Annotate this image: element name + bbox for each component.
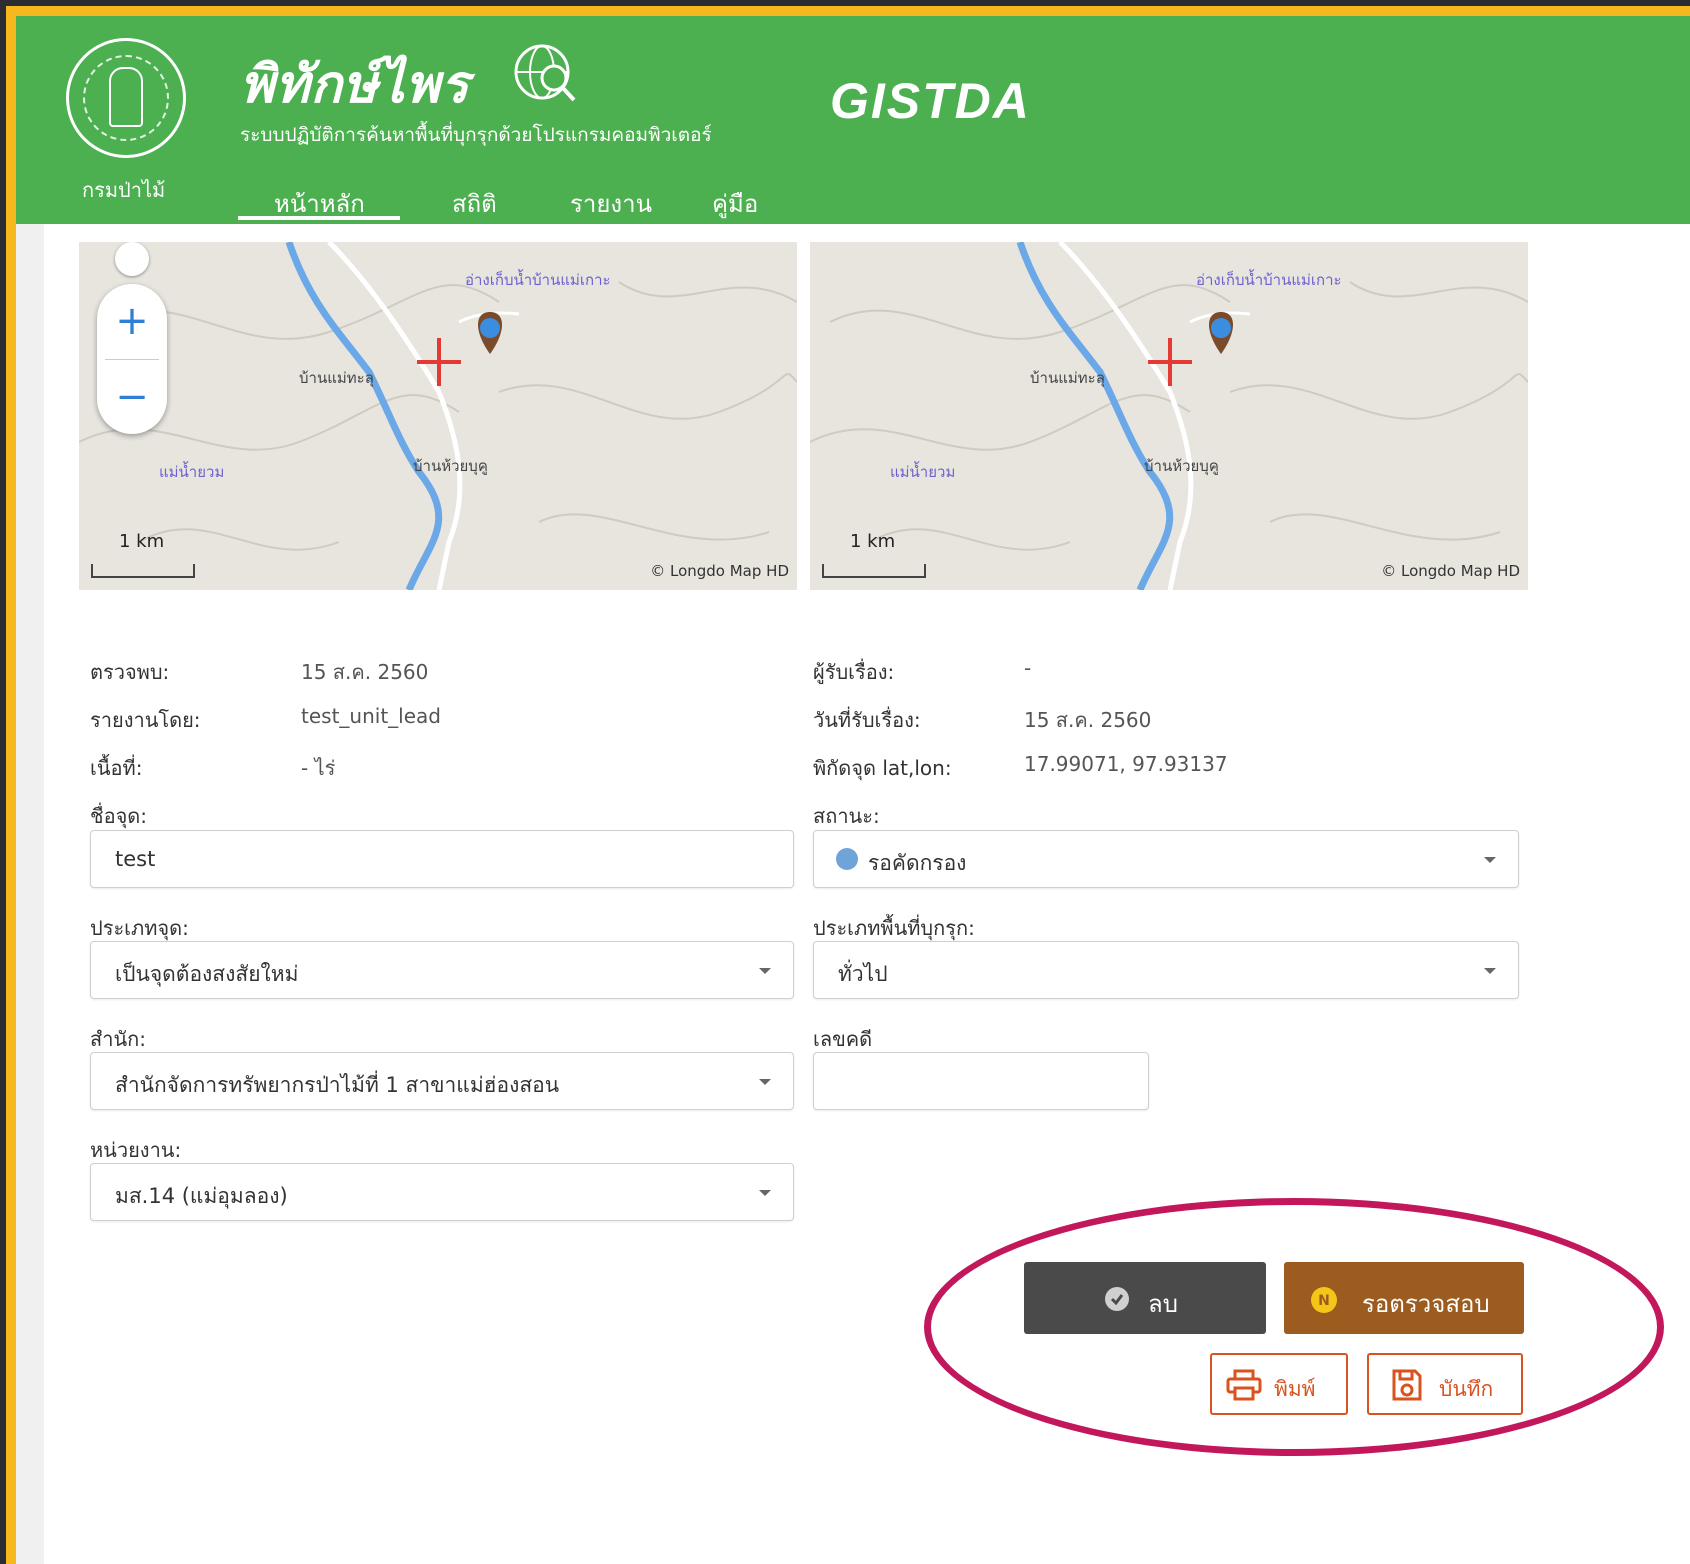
area-value: - ไร่ <box>301 756 336 780</box>
area-label: เนื้อที่: <box>90 756 143 780</box>
encroach-type-value: ทั่วไป <box>838 962 888 986</box>
map-label: แม่น้ำยวม <box>159 463 225 481</box>
point-name-value: test <box>115 847 156 871</box>
nav-active-indicator <box>238 216 400 220</box>
receiver-label: ผู้รับเรื่อง: <box>813 660 895 684</box>
department-label: กรมป่าไม้ <box>82 178 166 202</box>
coordinates-label: พิกัดจุด lat,lon: <box>813 756 952 780</box>
detected-value: 15 ส.ค. 2560 <box>301 660 429 684</box>
app-title: พิทักษ์ไพร <box>240 54 470 115</box>
svg-text:N: N <box>1318 1293 1330 1309</box>
accessibility-person-icon[interactable] <box>115 242 149 276</box>
globe-search-icon <box>514 44 576 102</box>
pending-review-button-label: รอตรวจสอบ <box>1362 1290 1490 1318</box>
new-badge-icon: N <box>1311 1287 1337 1313</box>
floppy-disk-icon <box>1392 1369 1422 1401</box>
forest-department-logo <box>66 38 186 158</box>
case-number-label: เลขคดี <box>813 1027 873 1051</box>
nav-reports[interactable]: รายงาน <box>570 184 652 223</box>
map-scale-bar <box>91 564 195 578</box>
received-date-label: วันที่รับเรื่อง: <box>813 708 921 732</box>
map-left[interactable]: + − อ่างเก็บน้ำบ้านแม่เกาะ บ้านแม่ทะลุ แ… <box>79 242 797 590</box>
zoom-control: + − <box>97 284 167 434</box>
app-window: กรมป่าไม้ พิทักษ์ไพร ระบบปฏิบัติการค้นหา… <box>16 16 1690 1564</box>
reporter-value: test_unit_lead <box>301 704 441 728</box>
case-number-input[interactable] <box>813 1052 1149 1110</box>
receiver-value: - <box>1024 656 1032 680</box>
nav-statistics[interactable]: สถิติ <box>452 184 497 223</box>
chevron-down-icon <box>759 1079 771 1085</box>
point-type-value: เป็นจุดต้องสงสัยใหม่ <box>115 962 299 986</box>
chevron-down-icon <box>1484 857 1496 863</box>
map-label: บ้านห้วยบุคู <box>1144 457 1219 475</box>
header-bar: กรมป่าไม้ พิทักษ์ไพร ระบบปฏิบัติการค้นหา… <box>16 16 1690 224</box>
chevron-down-icon <box>1484 968 1496 974</box>
map-copyright: © Longdo Map HD <box>1381 562 1520 580</box>
unit-select[interactable]: มส.14 (แม่อุมลอง) <box>90 1163 794 1221</box>
chevron-down-icon <box>759 1190 771 1196</box>
content-panel: + − อ่างเก็บน้ำบ้านแม่เกาะ บ้านแม่ทะลุ แ… <box>44 224 1690 1564</box>
detected-label: ตรวจพบ: <box>90 660 170 684</box>
status-label: สถานะ: <box>813 804 880 828</box>
map-label: บ้านห้วยบุคู <box>413 457 488 475</box>
map-scale-label: 1 km <box>119 531 165 552</box>
point-type-label: ประเภทจุด: <box>90 916 189 940</box>
map-right[interactable]: อ่างเก็บน้ำบ้านแม่เกาะ บ้านแม่ทะลุ แม่น้… <box>810 242 1528 590</box>
map-terrain <box>810 242 1528 590</box>
map-scale-label: 1 km <box>850 531 896 552</box>
map-label: แม่น้ำยวม <box>890 463 956 481</box>
reporter-label: รายงานโดย: <box>90 708 201 732</box>
print-button-label: พิมพ์ <box>1274 1377 1316 1401</box>
encroach-type-label: ประเภทพื้นที่บุกรุก: <box>813 916 975 940</box>
app-subtitle: ระบบปฏิบัติการค้นหาพื้นที่บุกรุกด้วยโปรแ… <box>240 124 712 146</box>
office-label: สำนัก: <box>90 1027 146 1051</box>
map-label: บ้านแม่ทะลุ <box>1030 369 1105 387</box>
zoom-out-button[interactable]: − <box>97 360 167 434</box>
save-button[interactable]: บันทึก <box>1367 1353 1523 1415</box>
pending-review-button[interactable]: N รอตรวจสอบ <box>1284 1262 1524 1334</box>
map-terrain <box>79 242 797 590</box>
map-label: อ่างเก็บน้ำบ้านแม่เกาะ <box>465 271 611 289</box>
unit-label: หน่วยงาน: <box>90 1138 182 1162</box>
coordinates-value: 17.99071, 97.93137 <box>1024 752 1228 776</box>
zoom-in-button[interactable]: + <box>97 284 167 358</box>
printer-icon <box>1226 1369 1262 1401</box>
point-type-select[interactable]: เป็นจุดต้องสงสัยใหม่ <box>90 941 794 999</box>
delete-button[interactable]: ลบ <box>1024 1262 1266 1334</box>
map-label: อ่างเก็บน้ำบ้านแม่เกาะ <box>1196 271 1342 289</box>
point-name-input[interactable]: test <box>90 830 794 888</box>
office-select[interactable]: สำนักจัดการทรัพยากรป่าไม้ที่ 1 สาขาแม่ฮ่… <box>90 1052 794 1110</box>
print-button[interactable]: พิมพ์ <box>1210 1353 1348 1415</box>
chevron-down-icon <box>759 968 771 974</box>
delete-button-label: ลบ <box>1148 1290 1178 1318</box>
map-scale-bar <box>822 564 926 578</box>
map-label: บ้านแม่ทะลุ <box>299 369 374 387</box>
unit-value: มส.14 (แม่อุมลอง) <box>115 1184 288 1208</box>
nav-manual[interactable]: คู่มือ <box>712 184 758 223</box>
encroach-type-select[interactable]: ทั่วไป <box>813 941 1519 999</box>
point-name-label: ชื่อจุด: <box>90 804 148 828</box>
pending-status-icon <box>836 848 858 870</box>
received-date-value: 15 ส.ค. 2560 <box>1024 708 1152 732</box>
status-select[interactable]: รอคัดกรอง <box>813 830 1519 888</box>
map-copyright: © Longdo Map HD <box>650 562 789 580</box>
gistda-logo: GISTDA <box>830 73 1031 129</box>
status-value: รอคัดกรอง <box>868 851 967 875</box>
save-button-label: บันทึก <box>1439 1377 1494 1401</box>
office-value: สำนักจัดการทรัพยากรป่าไม้ที่ 1 สาขาแม่ฮ่… <box>115 1073 560 1097</box>
delete-circle-icon <box>1105 1287 1129 1311</box>
